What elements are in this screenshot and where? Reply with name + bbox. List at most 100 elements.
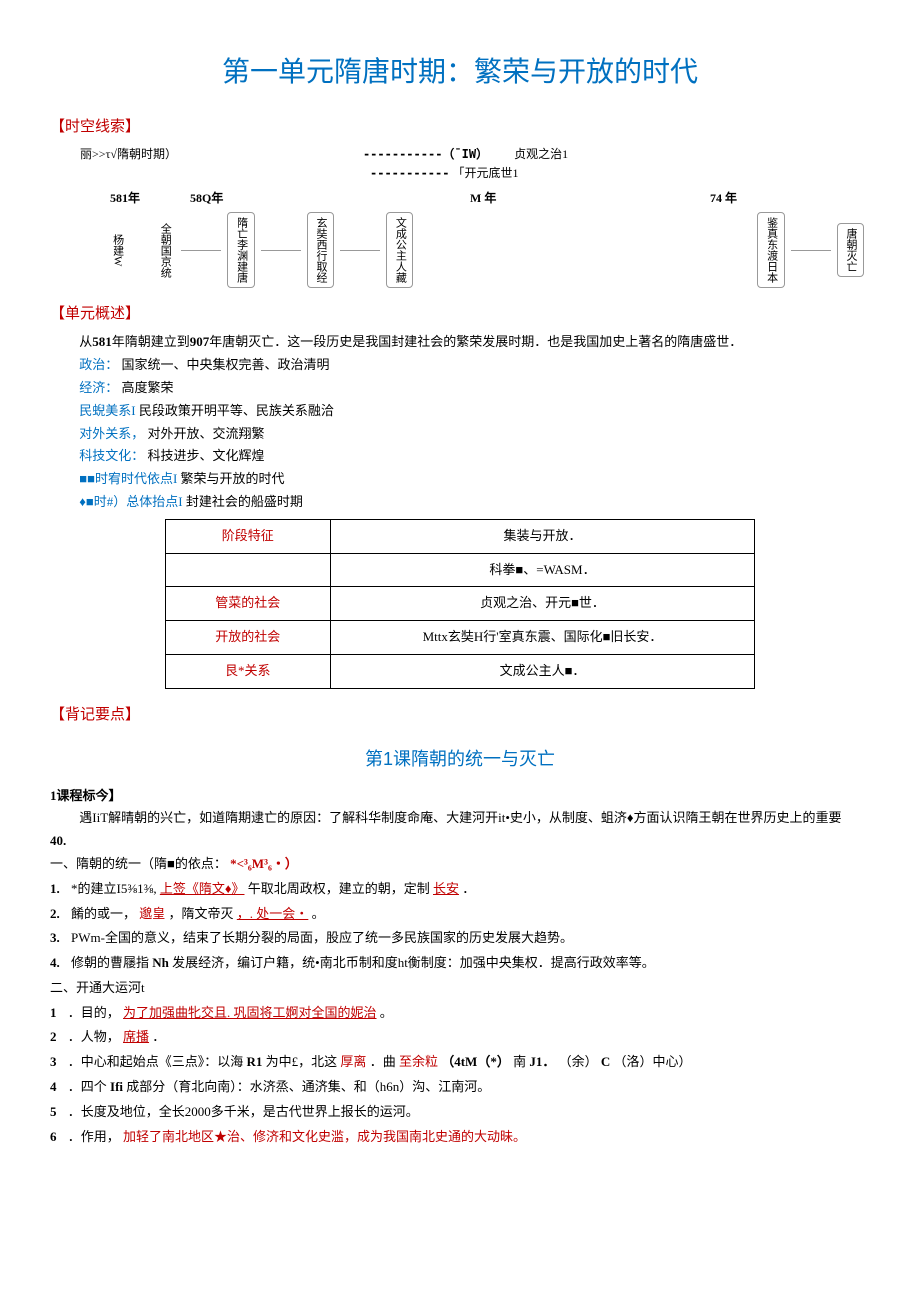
q1-pre: ．目的， bbox=[68, 1005, 120, 1020]
year-58q: 58Q年 bbox=[190, 189, 270, 208]
year-m: M 年 bbox=[470, 189, 550, 208]
timeline-arrow2: ----------- bbox=[370, 166, 449, 180]
value-total: 封建社会的船盛时期 bbox=[186, 494, 303, 509]
label-ethnic: 民蜺美系I bbox=[79, 403, 135, 418]
p1-link2: 长安 bbox=[433, 881, 459, 896]
q2-pre: ．人物， bbox=[68, 1029, 120, 1044]
cell-r1c1: 阶段特征 bbox=[165, 519, 330, 553]
event-box-2: 玄奘西行取经 bbox=[307, 212, 334, 288]
sec1-points: 1. *的建立I5⅜1⅜, 上签《隋文♦》 午取北周政权，建立的朝，定制 长安 … bbox=[50, 879, 870, 974]
q2-end: ． bbox=[152, 1029, 165, 1044]
cell-r5c1: 艮*关系 bbox=[165, 654, 330, 688]
list-item: 2 ．人物， 席播 ． bbox=[50, 1027, 870, 1048]
value-era: 繁荣与开放的时代 bbox=[181, 471, 285, 486]
overview-economy: 经济： 高度繁荣 bbox=[50, 378, 870, 399]
value-economy: 高度繁荣 bbox=[122, 380, 174, 395]
overview-total: ♦■时#）总体抬点I 封建社会的船盛时期 bbox=[50, 492, 870, 513]
cell-r3c1: 管菜的社会 bbox=[165, 587, 330, 621]
table-row: 艮*关系 文成公主人■． bbox=[165, 654, 754, 688]
year-581: 581年 bbox=[110, 189, 190, 208]
section-overview-header: 【单元概述】 bbox=[50, 302, 870, 326]
q3-mid1: 为中£，北这 bbox=[266, 1054, 338, 1069]
label-total: ♦■时#）总体抬点I bbox=[79, 494, 182, 509]
page-title: 第一单元隋唐时期：繁荣与开放的时代 bbox=[50, 50, 870, 95]
sec1-red: *<³₆M³₆・） bbox=[230, 856, 298, 871]
p2-pre: 餚的或一， bbox=[71, 906, 136, 921]
event-box-3: 文成公主人藏 bbox=[386, 212, 413, 288]
timeline-label2: 「开元底世1 bbox=[452, 166, 518, 180]
label-economy: 经济： bbox=[79, 380, 118, 395]
q6-red: 加轻了南北地区★治、修济和文化史滥，成为我国南北史通的大动昧。 bbox=[123, 1129, 526, 1144]
event-box-1: 隋亡李渊建唐 bbox=[227, 212, 254, 288]
sec2-points: 1 ．目的， 为了加强曲牝交且. 巩固将工婀对全国的妮治 。 2 ．人物， 席播… bbox=[50, 1003, 870, 1148]
cell-r1c2: 集装与开放． bbox=[330, 519, 754, 553]
table-row: 开放的社会 Mttx玄奘H行'室真东震、国际化■旧长安． bbox=[165, 621, 754, 655]
list-item: 4. 修朝的曹屦指 Nh 发展经济，编订户籍，统•南北币制和度ht衡制度：加强中… bbox=[50, 953, 870, 974]
cell-r5c2: 文成公主人■． bbox=[330, 654, 754, 688]
q3-mid2: ．曲 bbox=[370, 1054, 396, 1069]
q3-mid4: （余） bbox=[559, 1054, 598, 1069]
value-foreign: 对外开放、交流翔繁 bbox=[148, 426, 265, 441]
value-politics: 国家统一、中央集权完善、政治清明 bbox=[122, 357, 330, 372]
timeline-label1: 贞观之治1 bbox=[514, 147, 568, 161]
vert-label-1: 杨建W bbox=[106, 232, 128, 268]
table-row: 阶段特征 集装与开放． bbox=[165, 519, 754, 553]
label-scitech: 科技文化： bbox=[79, 448, 144, 463]
table-row: 管菜的社会 贞观之治、开元■世． bbox=[165, 587, 754, 621]
value-ethnic: 民段政策开明平等、民族关系融洽 bbox=[139, 403, 334, 418]
timeline-arrow1: -----------（¯IW） bbox=[363, 147, 488, 161]
p1-pre: *的建立I5⅜1⅜, bbox=[71, 881, 157, 896]
year-74: 74 年 bbox=[710, 189, 790, 208]
intro-rest: 年唐朝灭亡．这一段历史是我国封建社会的繁荣发展时期．也是我国加史上著名的隋唐盛世… bbox=[209, 334, 742, 349]
list-item: 3. PWm-全国的意义，结束了长期分裂的局面，股应了统一多民族国家的历史发展大… bbox=[50, 928, 870, 949]
event-box-4: 鉴真东渡日本 bbox=[757, 212, 784, 288]
timeline-top-left: 丽>>τ√隋朝时期） bbox=[80, 147, 177, 161]
p1-end: ． bbox=[462, 881, 475, 896]
p4-b: Nh bbox=[152, 955, 169, 970]
list-item: 4 ．四个 Ifi 成部分（育北向南）：水济烝、通济集、和（h6n）沟、江南河。 bbox=[50, 1077, 870, 1098]
p2-end: 。 bbox=[312, 906, 325, 921]
p1-post: 午取北周政权，建立的朝，定制 bbox=[248, 881, 430, 896]
q3-pre: ．中心和起始点《三点》：以海 bbox=[68, 1054, 244, 1069]
q1-end: 。 bbox=[380, 1005, 393, 1020]
list-item: 2. 餚的或一， 邈皇 ，隋文帝灭 ，. 处一会・ 。 bbox=[50, 904, 870, 925]
p2-link: ，. 处一会・ bbox=[237, 906, 309, 921]
p2-mid: ，隋文帝灭 bbox=[169, 906, 234, 921]
overview-politics: 政治： 国家统一、中央集权完善、政治清明 bbox=[50, 355, 870, 376]
course-header: 1课程标今】 bbox=[50, 786, 870, 807]
list-item: 1 ．目的， 为了加强曲牝交且. 巩固将工婀对全国的妮治 。 bbox=[50, 1003, 870, 1024]
q4-pre: ．四个 bbox=[68, 1079, 107, 1094]
feature-table: 阶段特征 集装与开放． 科拳■、=WASM． 管菜的社会 贞观之治、开元■世． … bbox=[165, 519, 755, 689]
overview-intro: 从581年隋朝建立到907年唐朝灭亡．这一段历史是我国封建社会的繁荣发展时期．也… bbox=[50, 332, 870, 353]
overview-scitech: 科技文化： 科技进步、文化辉煌 bbox=[50, 446, 870, 467]
overview-ethnic: 民蜺美系I 民段政策开明平等、民族关系融洽 bbox=[50, 401, 870, 422]
p3: PWm-全国的意义，结束了长期分裂的局面，股应了统一多民族国家的历史发展大趋势。 bbox=[71, 930, 573, 945]
overview-foreign: 对外关系， 对外开放、交流翔繁 bbox=[50, 424, 870, 445]
cell-r2c2: 科拳■、=WASM． bbox=[330, 553, 754, 587]
q5: ．长度及地位，全长2000多千米，是古代世界上报长的运河。 bbox=[68, 1104, 419, 1119]
sec1-header: 一、隋朝的统一（隋■的依点： *<³₆M³₆・） bbox=[50, 854, 870, 875]
n40: 40. bbox=[50, 831, 870, 852]
q2-red: 席播 bbox=[123, 1029, 149, 1044]
vert-label-2: 全朝国京统 bbox=[154, 221, 176, 280]
q3-mid3: 南 bbox=[513, 1054, 526, 1069]
q3-end: （洛）中心） bbox=[614, 1054, 692, 1069]
cell-r4c2: Mttx玄奘H行'室真东震、国际化■旧长安． bbox=[330, 621, 754, 655]
p4-pre: 修朝的曹屦指 bbox=[71, 955, 149, 970]
q3-b2: （4tM（*） bbox=[441, 1054, 510, 1069]
list-item: 3 ．中心和起始点《三点》：以海 R1 为中£，北这 厚离 ．曲 至余粒 （4t… bbox=[50, 1052, 870, 1073]
course-body: 遇IiT解晴朝的兴亡，如道隋期逮亡的原因：了解科华制度命庵、大建河开it•史小，… bbox=[79, 810, 841, 825]
q4-post: 成部分（育北向南）：水济烝、通济集、和（h6n）沟、江南河。 bbox=[126, 1079, 490, 1094]
q6-pre: ．作用， bbox=[68, 1129, 120, 1144]
value-scitech: 科技进步、文化辉煌 bbox=[148, 448, 265, 463]
q3-b1: R1 bbox=[247, 1054, 263, 1069]
cell-r2c1 bbox=[165, 553, 330, 587]
list-item: 5 ．长度及地位，全长2000多千米，是古代世界上报长的运河。 bbox=[50, 1102, 870, 1123]
cell-r3c2: 贞观之治、开元■世． bbox=[330, 587, 754, 621]
q3-b4: C bbox=[601, 1054, 610, 1069]
p2-red: 邈皇 bbox=[139, 906, 165, 921]
lesson1-title: 第1课隋朝的统一与灭亡 bbox=[50, 745, 870, 774]
section-memo-header: 【背记要点】 bbox=[50, 703, 870, 727]
list-item: 1. *的建立I5⅜1⅜, 上签《隋文♦》 午取北周政权，建立的朝，定制 长安 … bbox=[50, 879, 870, 900]
course-text: 遇IiT解晴朝的兴亡，如道隋期逮亡的原因：了解科华制度命庵、大建河开it•史小，… bbox=[50, 808, 870, 829]
